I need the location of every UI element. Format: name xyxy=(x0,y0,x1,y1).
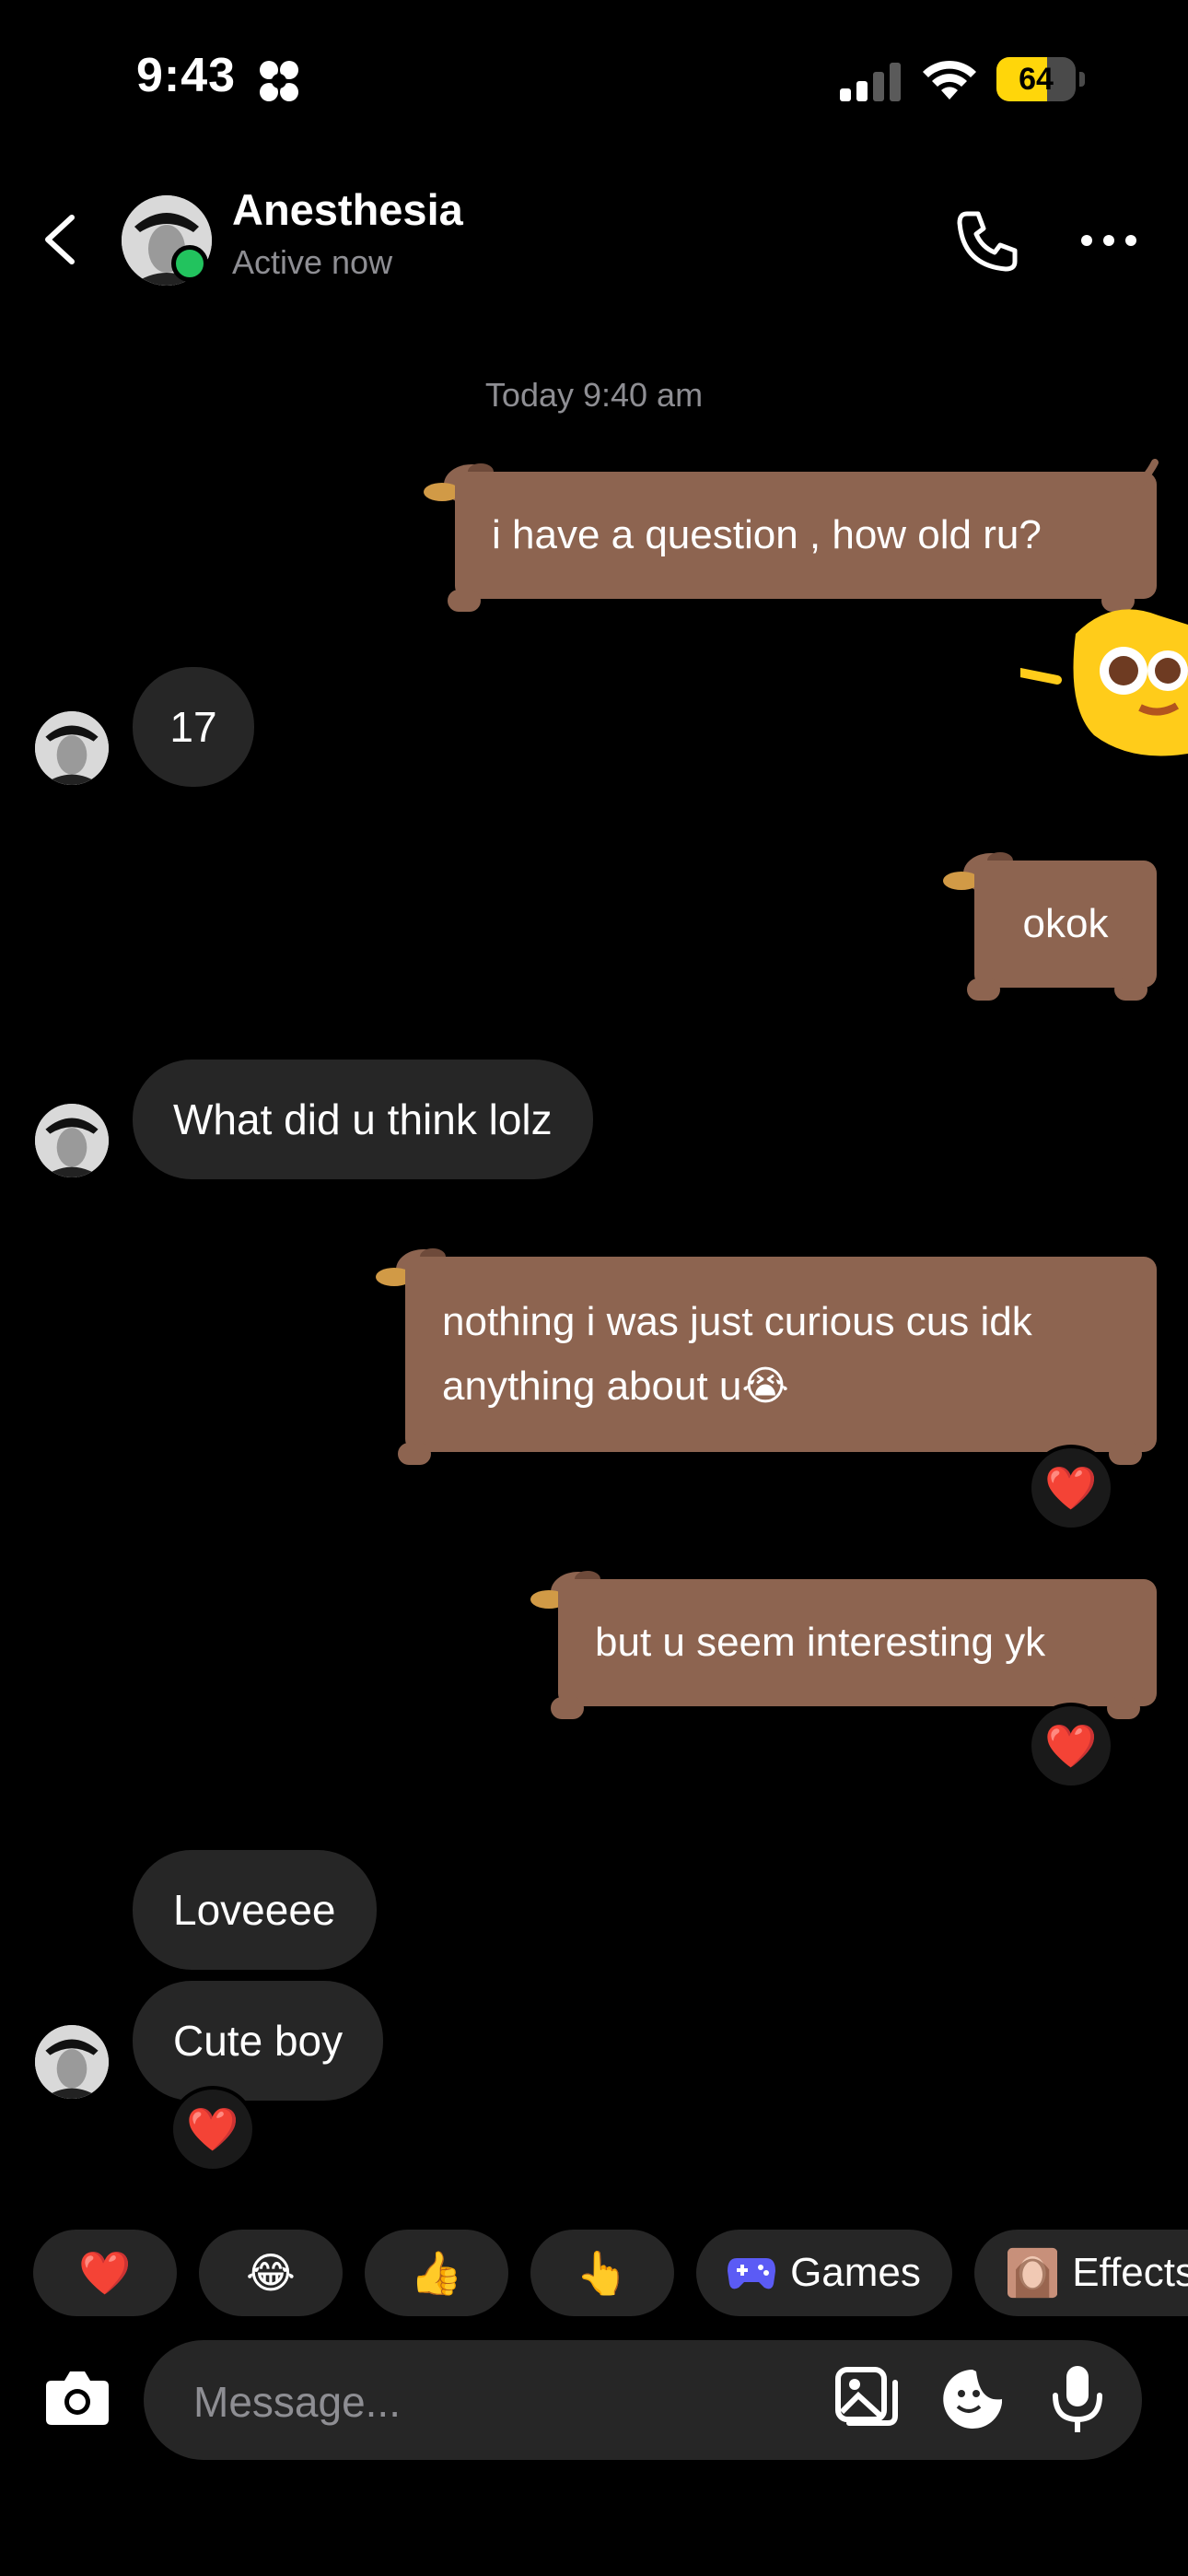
sent-message[interactable]: but u seem interesting yk xyxy=(527,1561,1157,1719)
gallery-icon[interactable] xyxy=(834,2366,899,2432)
games-label: Games xyxy=(790,2250,921,2295)
contact-avatar-small[interactable] xyxy=(35,711,109,785)
contact-name[interactable]: Anesthesia xyxy=(232,184,463,235)
more-options-icon[interactable] xyxy=(1079,227,1138,254)
message-input-placeholder: Message... xyxy=(193,2378,401,2426)
camera-icon[interactable] xyxy=(44,2370,111,2427)
sent-message[interactable]: nothing i was just curious cus idk anyth… xyxy=(372,1238,1157,1465)
sent-message-line: anything about u😭 xyxy=(442,1364,789,1409)
games-button[interactable]: Games xyxy=(696,2230,952,2316)
quick-reaction-point-up[interactable]: 👆 xyxy=(530,2230,674,2316)
sent-message[interactable]: okok xyxy=(939,842,1157,1001)
received-message[interactable]: Loveeee xyxy=(133,1850,377,1970)
contact-avatar-small[interactable] xyxy=(35,2025,109,2099)
received-message[interactable]: What did u think lolz xyxy=(133,1060,593,1179)
effects-label: Effects xyxy=(1072,2250,1188,2295)
phone-call-icon[interactable] xyxy=(954,208,1020,275)
heart-reaction[interactable]: ❤️ xyxy=(1028,1445,1114,1531)
wifi-icon xyxy=(923,60,976,100)
gamepad-icon xyxy=(728,2258,776,2289)
contact-avatar-small[interactable] xyxy=(35,1104,109,1177)
microphone-icon[interactable] xyxy=(1048,2362,1107,2436)
quick-reaction-heart[interactable]: ❤️ xyxy=(33,2230,177,2316)
quick-reaction-laugh[interactable]: 😂 xyxy=(199,2230,343,2316)
online-status-dot xyxy=(171,245,208,282)
heart-reaction[interactable]: ❤️ xyxy=(1028,1703,1114,1789)
received-message[interactable]: Cute boy xyxy=(133,1981,384,2101)
contact-activity-status: Active now xyxy=(232,243,393,281)
battery-indicator: 64 xyxy=(996,57,1085,103)
effects-button[interactable]: Effects xyxy=(974,2230,1188,2316)
mascot-sticker-icon xyxy=(1020,609,1188,756)
back-arrow-icon[interactable] xyxy=(35,210,90,269)
status-time: 9:43 xyxy=(136,49,237,102)
conversation-timestamp: Today 9:40 am xyxy=(484,376,704,414)
received-message[interactable]: 17 xyxy=(133,667,254,787)
sent-message-line: nothing i was just curious cus idk xyxy=(442,1299,1032,1344)
sticker-icon[interactable] xyxy=(939,2366,1006,2432)
effects-avatar-icon xyxy=(1007,2247,1058,2299)
sent-message-text: but u seem interesting yk xyxy=(558,1579,1157,1706)
focus-mode-icon xyxy=(260,61,298,101)
cellular-signal-icon xyxy=(840,63,901,101)
heart-reaction[interactable]: ❤️ xyxy=(169,2086,256,2172)
battery-percent: 64 xyxy=(1019,62,1054,97)
sent-message-text: nothing i was just curious cus idk anyth… xyxy=(405,1257,1157,1452)
sent-message-text: okok xyxy=(974,861,1157,988)
quick-reaction-thumbs-up[interactable]: 👍 xyxy=(365,2230,508,2316)
